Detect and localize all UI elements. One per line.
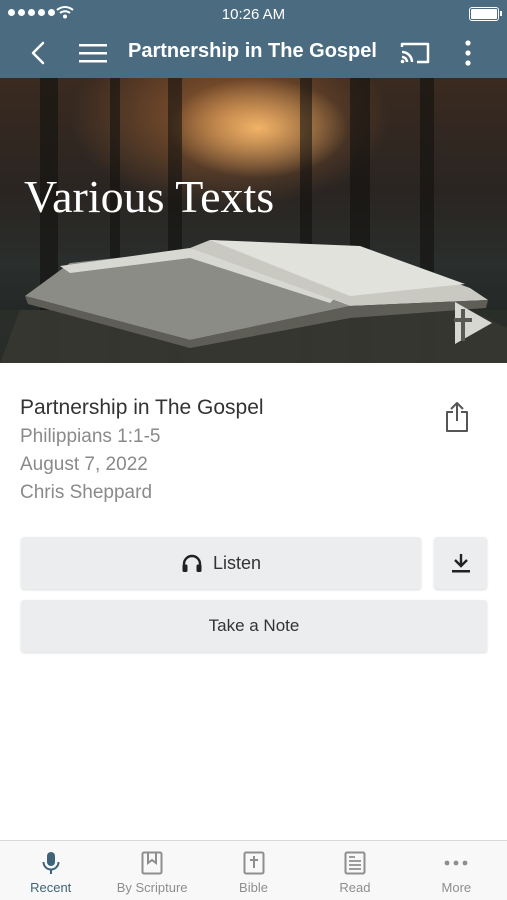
nav-bar: Partnership in The Gospel [0, 28, 507, 78]
bookmark-book-icon [141, 851, 163, 875]
bible-cross-icon [243, 851, 265, 875]
tab-recent[interactable]: Recent [0, 841, 101, 900]
sermon-speaker: Chris Sheppard [20, 482, 153, 503]
tab-bible[interactable]: Bible [203, 841, 304, 900]
status-time: 10:26 AM [221, 6, 286, 23]
cast-icon [400, 42, 430, 64]
take-note-label: Take a Note [208, 616, 300, 635]
document-icon [344, 851, 366, 875]
vertical-ellipsis-icon [465, 40, 471, 66]
tab-label-bible: Bible [239, 880, 268, 895]
sermon-title: Partnership in The Gospel [20, 396, 264, 419]
status-bar: 10:26 AM [0, 0, 507, 28]
tab-label-by-scripture: By Scripture [116, 880, 188, 895]
download-icon [451, 554, 470, 573]
sermon-details: Partnership in The Gospel Philippians 1:… [20, 393, 420, 507]
microphone-icon [42, 852, 60, 874]
series-title: Various Texts [24, 171, 275, 222]
battery-icon [469, 7, 502, 21]
back-button[interactable] [22, 28, 54, 78]
download-button[interactable] [434, 537, 487, 589]
menu-button[interactable] [76, 28, 110, 78]
sermon-scripture: Philippians 1:1-5 [20, 426, 161, 447]
more-options-button[interactable] [456, 28, 480, 78]
take-note-button[interactable]: Take a Note [21, 600, 487, 652]
listen-label: Listen [212, 552, 262, 573]
chevron-left-icon [31, 41, 45, 65]
tab-label-recent: Recent [30, 880, 72, 895]
tab-by-scripture[interactable]: By Scripture [101, 841, 202, 900]
headphones-icon [182, 554, 202, 572]
tab-more[interactable]: More [406, 841, 507, 900]
cast-button[interactable] [398, 28, 432, 78]
share-icon [446, 402, 468, 432]
sermon-date: August 7, 2022 [20, 454, 148, 475]
tab-label-read: Read [339, 880, 371, 895]
tab-read[interactable]: Read [304, 841, 405, 900]
listen-button[interactable]: Listen [21, 537, 421, 589]
ellipsis-icon [444, 860, 468, 866]
tab-label-more: More [441, 880, 472, 895]
share-button[interactable] [440, 398, 474, 436]
hamburger-menu-icon [79, 44, 107, 63]
sermon-series-artwork: Various Texts [0, 78, 507, 363]
nav-title: Partnership in The Gospel [128, 40, 377, 62]
tab-bar: Recent By Scripture Bible Read More [0, 840, 507, 900]
